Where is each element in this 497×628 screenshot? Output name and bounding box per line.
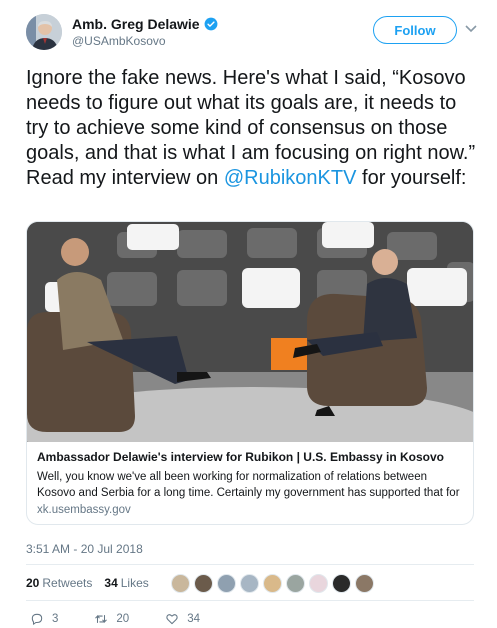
liker-avatar[interactable] <box>216 573 236 593</box>
divider <box>26 600 474 601</box>
retweet-icon <box>95 614 108 624</box>
like-count: 34 <box>187 613 200 625</box>
card-body: Ambassador Delawie's interview for Rubik… <box>27 442 473 524</box>
reply-count: 3 <box>52 613 59 625</box>
likes-count: 34 <box>104 576 118 590</box>
tweet-text-after: for yourself: <box>356 167 467 189</box>
tweet-stats: 20 Retweets 34 Likes <box>26 571 374 595</box>
tweet-timestamp[interactable]: 3:51 AM - 20 Jul 2018 <box>26 542 143 556</box>
retweet-count: 20 <box>116 613 130 625</box>
retweets-count: 20 <box>26 576 40 590</box>
liker-avatar[interactable] <box>193 573 213 593</box>
chevron-down-icon[interactable] <box>465 24 477 34</box>
likes-label: Likes <box>120 576 149 590</box>
reply-action[interactable]: 3 <box>30 612 58 626</box>
retweets-stat[interactable]: 20 Retweets <box>26 576 92 590</box>
card-title[interactable]: Ambassador Delawie's interview for Rubik… <box>37 450 465 464</box>
liker-avatar[interactable] <box>331 573 351 593</box>
liker-avatar[interactable] <box>308 573 328 593</box>
author-name-row: Amb. Greg Delawie <box>72 16 218 32</box>
link-card[interactable]: Ambassador Delawie's interview for Rubik… <box>26 221 474 525</box>
card-description: Well, you know we've all been working fo… <box>37 471 460 499</box>
liker-avatar[interactable] <box>262 573 282 593</box>
retweet-action[interactable]: 20 <box>94 612 129 626</box>
likers-list <box>170 573 374 593</box>
follow-button[interactable]: Follow <box>373 16 457 44</box>
verified-badge-icon <box>204 17 218 31</box>
tweet-actions: 3 20 34 <box>30 612 236 626</box>
author-name[interactable]: Amb. Greg Delawie <box>72 16 200 32</box>
heart-icon <box>166 614 178 625</box>
card-url[interactable]: xk.usembassy.gov <box>37 504 465 516</box>
mention-link[interactable]: @RubikonKTV <box>224 167 357 189</box>
liker-avatar[interactable] <box>354 573 374 593</box>
divider <box>26 564 474 565</box>
like-action[interactable]: 34 <box>165 612 200 626</box>
author-handle[interactable]: @USAmbKosovo <box>72 34 166 48</box>
tweet-text: Ignore the fake news. Here's what I said… <box>26 66 478 191</box>
liker-avatar[interactable] <box>285 573 305 593</box>
liker-avatar[interactable] <box>239 573 259 593</box>
card-image <box>27 222 473 442</box>
avatar[interactable] <box>26 14 62 50</box>
likes-stat[interactable]: 34 Likes <box>104 576 148 590</box>
tweet-header: Amb. Greg Delawie @USAmbKosovo Follow <box>26 14 477 54</box>
liker-avatar[interactable] <box>170 573 190 593</box>
retweets-label: Retweets <box>42 576 93 590</box>
reply-icon <box>31 613 43 625</box>
